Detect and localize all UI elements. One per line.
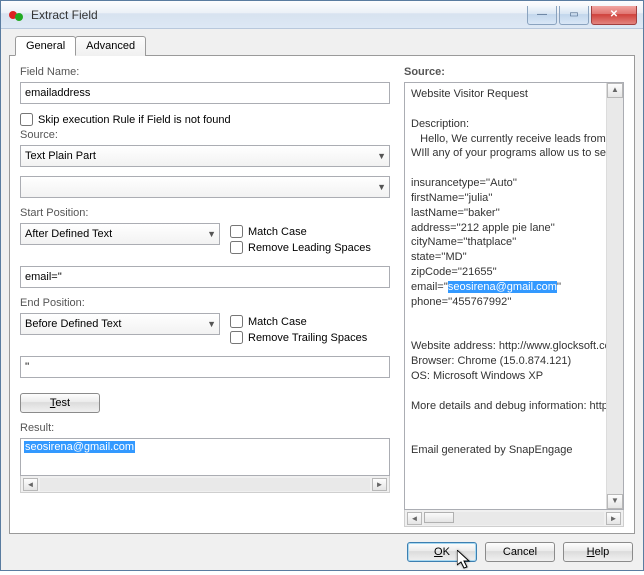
tab-advanced[interactable]: Advanced (75, 36, 146, 56)
end-position-label: End Position: (20, 297, 220, 309)
src-line: WIll any of your programs allow us to se… (411, 146, 617, 161)
src-line: zipCode=''21655'' (411, 265, 617, 280)
src-line: OS: Microsoft Windows XP (411, 369, 617, 384)
result-label: Result: (20, 422, 390, 434)
src-line: address=''212 apple pie lane'' (411, 221, 617, 236)
match-case-end-checkbox[interactable] (230, 315, 243, 328)
result-scrollbar[interactable]: ◄ ► (20, 476, 390, 493)
window-title: Extract Field (31, 8, 98, 22)
scroll-up-icon[interactable]: ▲ (607, 83, 623, 98)
remove-leading-checkbox[interactable] (230, 241, 243, 254)
match-case-start-checkbox[interactable] (230, 225, 243, 238)
src-line: Email generated by SnapEngage (411, 443, 617, 458)
src-line: firstName=''julia'' (411, 191, 617, 206)
source-hscrollbar[interactable]: ◄ ► (404, 510, 624, 527)
source-panel-label: Source: (404, 66, 624, 78)
window-buttons: — ▭ ✕ (527, 5, 643, 25)
field-name-input[interactable] (20, 82, 390, 104)
match-case-label-2: Match Case (248, 316, 307, 328)
scroll-track[interactable] (424, 512, 604, 525)
end-position-select[interactable] (20, 313, 220, 335)
start-position-label: Start Position: (20, 207, 220, 219)
app-icon (9, 7, 25, 23)
help-button[interactable]: Help (563, 542, 633, 562)
src-line: email=''seosirena@gmail.com'' (411, 280, 617, 295)
tabstrip: General Advanced (15, 35, 635, 55)
result-box[interactable]: seosirena@gmail.com (20, 438, 390, 476)
src-line: insurancetype=''Auto'' (411, 176, 617, 191)
src-line: phone=''455767992'' (411, 295, 617, 310)
match-case-label: Match Case (248, 226, 307, 238)
remove-trailing-checkbox[interactable] (230, 331, 243, 344)
src-line: Description: (411, 117, 617, 132)
dialog-buttons: OK Cancel Help (9, 534, 635, 562)
start-text-input[interactable] (20, 266, 390, 288)
cancel-button[interactable]: Cancel (485, 542, 555, 562)
titlebar[interactable]: Extract Field — ▭ ✕ (1, 1, 643, 29)
minimize-button[interactable]: — (527, 6, 557, 25)
src-line: Website Visitor Request (411, 87, 617, 102)
scroll-right-icon[interactable]: ► (372, 478, 387, 491)
close-button[interactable]: ✕ (591, 6, 637, 25)
source-select[interactable] (20, 145, 390, 167)
remove-trailing-label: Remove Trailing Spaces (248, 332, 367, 344)
skip-rule-label: Skip execution Rule if Field is not foun… (38, 114, 231, 126)
src-line: Website address: http://www.glocksoft.co… (411, 339, 617, 354)
left-column: Field Name: Skip execution Rule if Field… (20, 66, 390, 527)
source-label: Source: (20, 129, 390, 141)
scroll-down-icon[interactable]: ▼ (607, 494, 623, 509)
client-area: General Advanced Field Name: Skip execut… (1, 29, 643, 570)
window: Extract Field — ▭ ✕ General Advanced Fie… (0, 0, 644, 571)
src-line: More details and debug information: http… (411, 399, 617, 414)
ok-button[interactable]: OK (407, 542, 477, 562)
tab-general[interactable]: General (15, 36, 76, 56)
src-line: state=''MD'' (411, 250, 617, 265)
source-preview[interactable]: Website Visitor Request Description: Hel… (404, 82, 624, 510)
skip-rule-checkbox[interactable] (20, 113, 33, 126)
scroll-left-icon[interactable]: ◄ (407, 512, 422, 525)
src-line: lastName=''baker'' (411, 206, 617, 221)
highlighted-email: seosirena@gmail.com (448, 281, 557, 293)
result-value: seosirena@gmail.com (24, 441, 135, 453)
scroll-left-icon[interactable]: ◄ (23, 478, 38, 491)
remove-leading-label: Remove Leading Spaces (248, 242, 371, 254)
source-vscrollbar[interactable]: ▲ ▼ (606, 83, 623, 509)
end-text-input[interactable] (20, 356, 390, 378)
src-line: cityName=''thatplace'' (411, 235, 617, 250)
scroll-thumb[interactable] (424, 512, 454, 523)
maximize-button[interactable]: ▭ (559, 6, 589, 25)
vscroll-track[interactable] (607, 98, 623, 494)
right-column: Source: Website Visitor Request Descript… (404, 66, 624, 527)
src-line: Browser: Chrome (15.0.874.121) (411, 354, 617, 369)
start-position-select[interactable] (20, 223, 220, 245)
tab-panel: Field Name: Skip execution Rule if Field… (9, 55, 635, 534)
test-button[interactable]: TTestest (20, 393, 100, 413)
scroll-right-icon[interactable]: ► (606, 512, 621, 525)
field-name-label: Field Name: (20, 66, 390, 78)
secondary-select[interactable] (20, 176, 390, 198)
scroll-track[interactable] (40, 478, 370, 491)
src-line: Hello, We currently receive leads from a… (411, 132, 617, 147)
